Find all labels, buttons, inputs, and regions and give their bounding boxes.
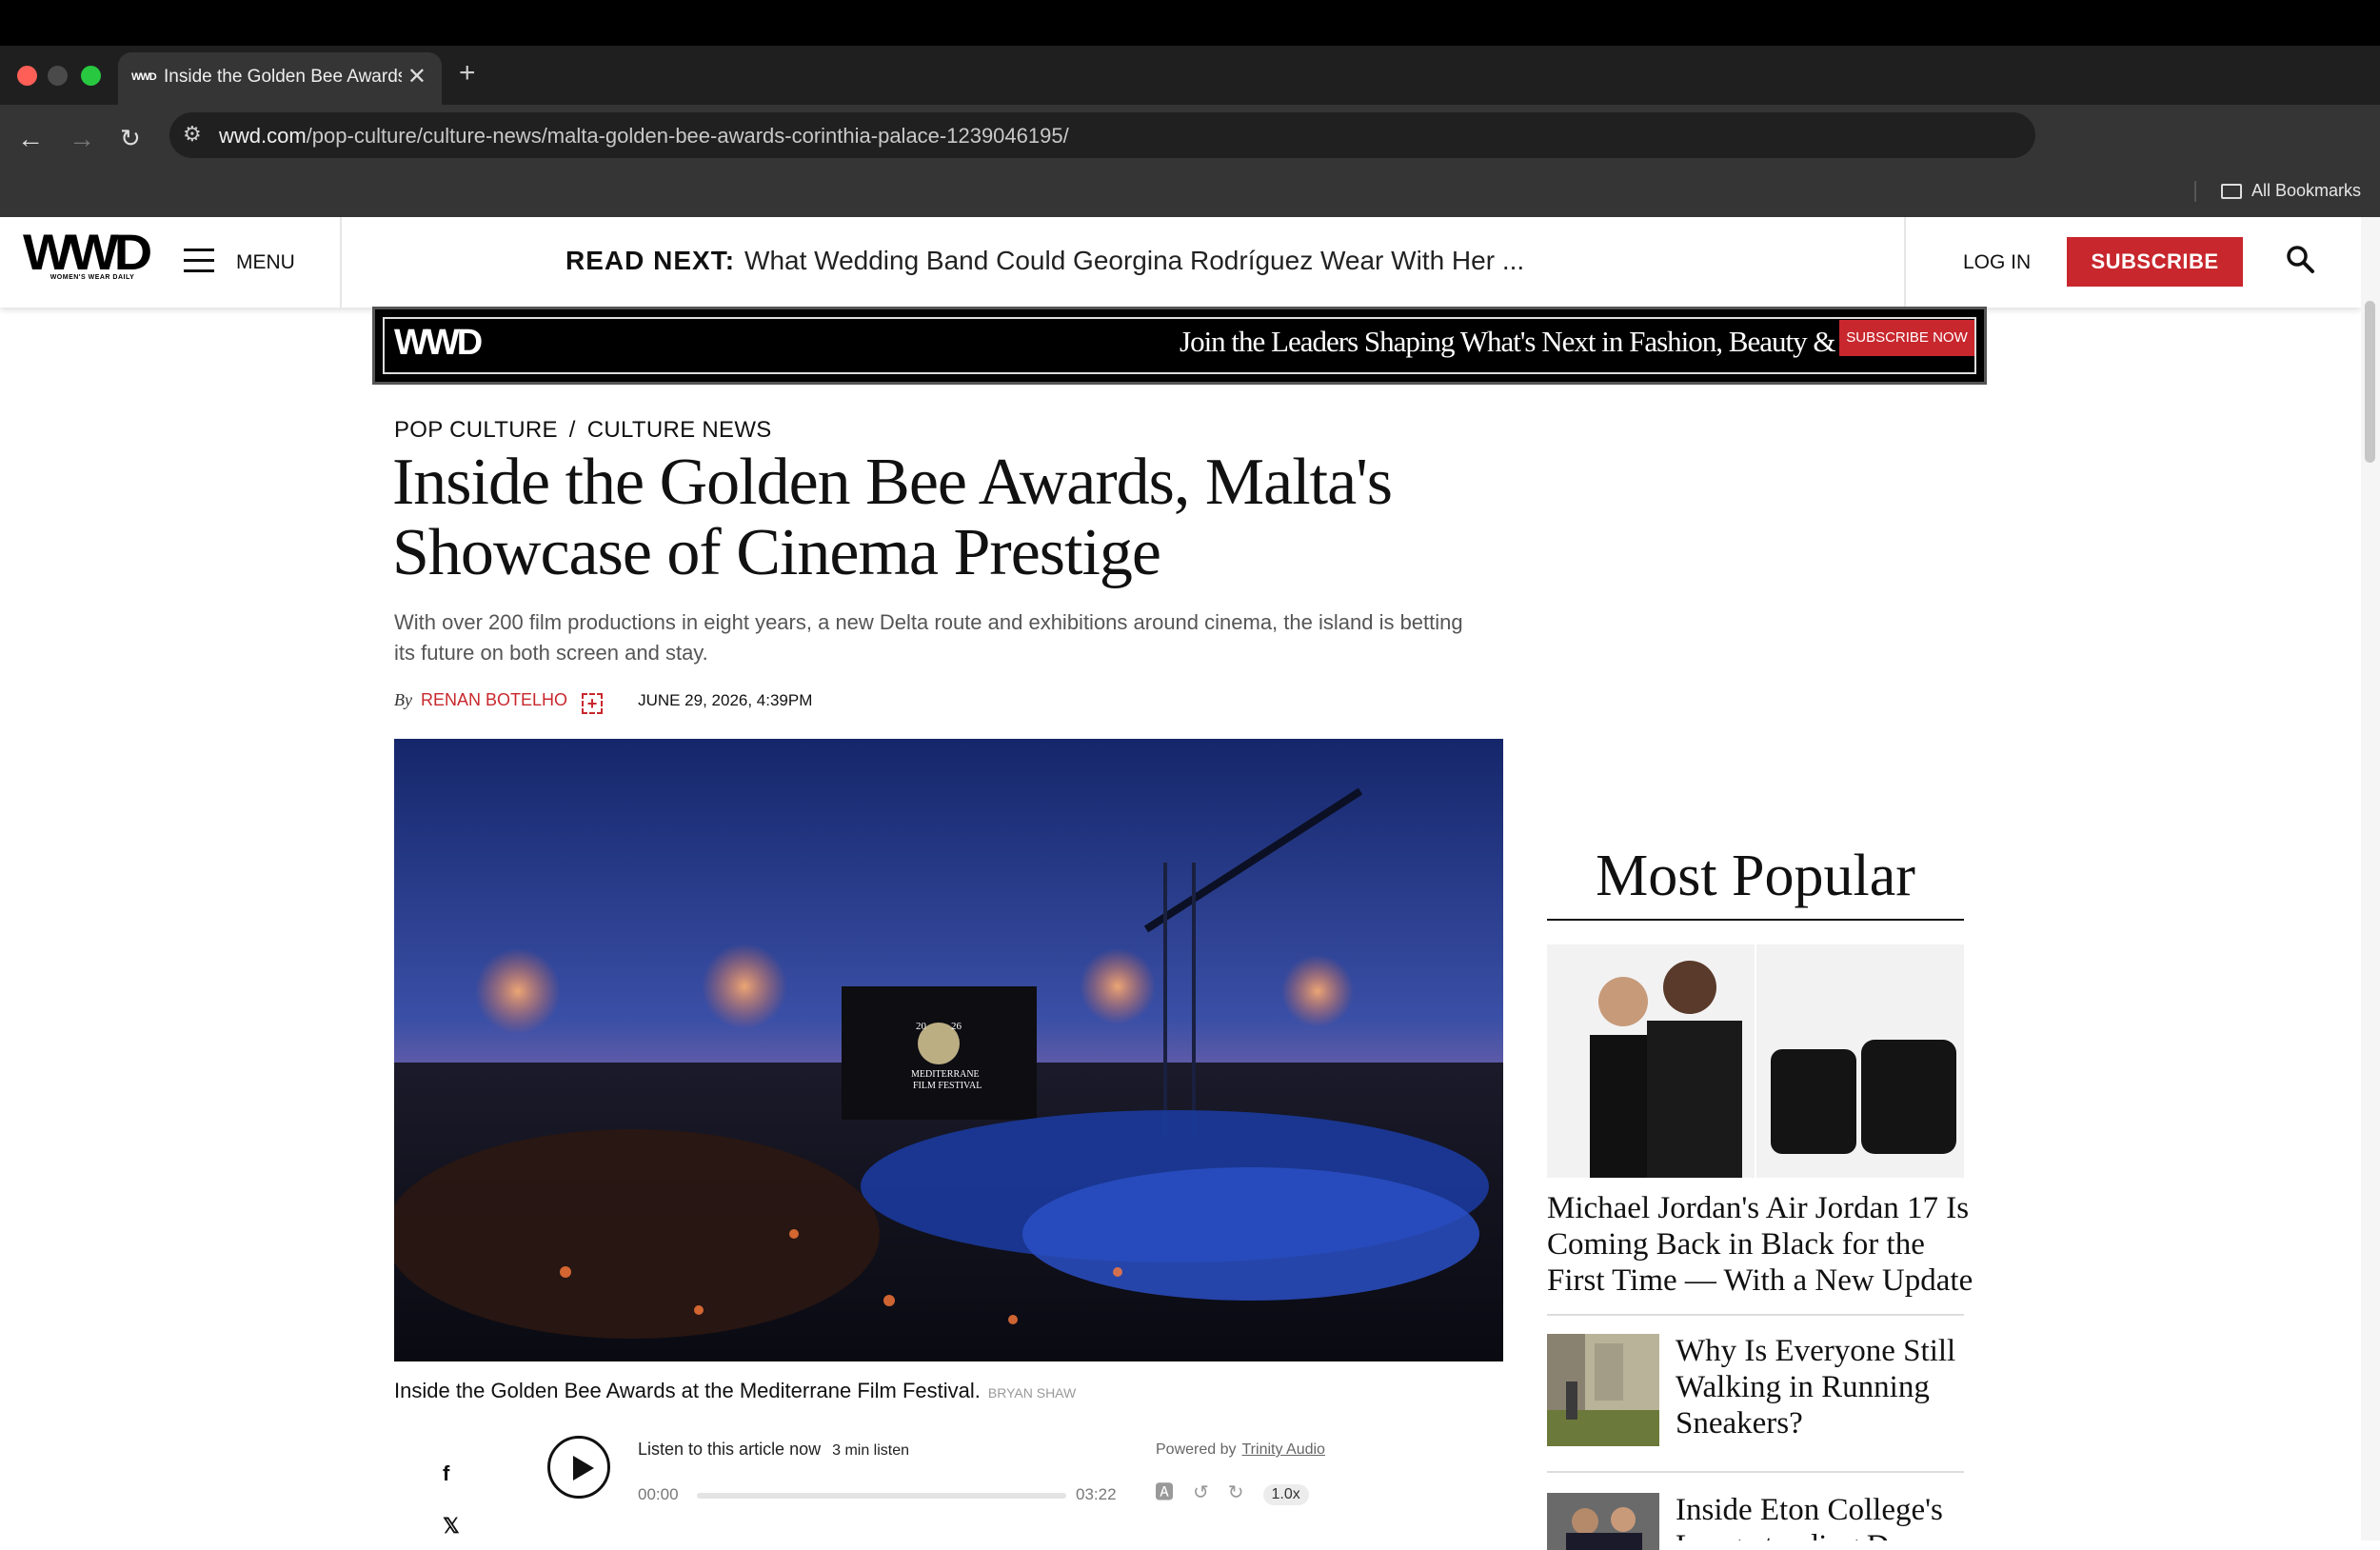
close-window-button[interactable] — [17, 66, 37, 86]
popular-item-2-image[interactable] — [1547, 1334, 1659, 1446]
site-info-icon[interactable]: ⚙ — [183, 122, 202, 147]
minimize-window-button[interactable] — [48, 66, 68, 86]
powered-by-label: Powered by — [1156, 1441, 1237, 1458]
banner-logo: WWD — [394, 323, 483, 363]
read-next-label: READ NEXT: — [565, 246, 736, 275]
search-icon[interactable] — [2285, 244, 2315, 274]
popular-item-1-title[interactable]: Michael Jordan's Air Jordan 17 Is Coming… — [1547, 1190, 1975, 1299]
most-popular-rule — [1547, 919, 1964, 921]
most-popular-heading: Most Popular — [1596, 844, 1915, 908]
hero-image: 20 26 MEDITERRANE FILM FESTIVAL — [394, 739, 1503, 1361]
reload-icon[interactable]: ↻ — [120, 124, 141, 153]
logo-wordmark: WWD — [23, 223, 152, 281]
listen-text: Listen to this article now — [638, 1440, 822, 1459]
forward-icon[interactable]: ↻ — [1228, 1482, 1244, 1503]
breadcrumb-separator: / — [568, 417, 576, 443]
popular-item-3-title[interactable]: Inside Eton College's Long-standing Dres… — [1676, 1492, 1961, 1540]
breadcrumb: POP CULTURE / CULTURE NEWS — [394, 417, 772, 444]
time-total: 03:22 — [1076, 1485, 1117, 1503]
photo-credit: BRYAN SHAW — [987, 1385, 1077, 1401]
author-link[interactable]: RENAN BOTELHO — [421, 690, 567, 709]
image-caption: Inside the Golden Bee Awards at the Medi… — [394, 1379, 1076, 1403]
popular-item-2-title[interactable]: Why Is Everyone Still Walking in Running… — [1676, 1333, 1961, 1441]
speed-button[interactable]: 1.0x — [1262, 1484, 1309, 1505]
audio-progress-bar[interactable] — [697, 1493, 1066, 1499]
play-button[interactable] — [547, 1436, 610, 1499]
read-next[interactable]: READ NEXT: What Wedding Band Could Georgi… — [565, 246, 1524, 276]
bookmarks-divider — [2193, 181, 2196, 203]
banner-text: Join the Leaders Shaping What's Next in … — [1180, 325, 1914, 358]
menu-button[interactable]: MENU — [236, 251, 295, 274]
url-domain: wwd.com — [219, 124, 307, 148]
x-share-icon[interactable]: 𝕏 — [443, 1514, 460, 1539]
scrollbar-thumb[interactable] — [2365, 301, 2375, 463]
rewind-icon[interactable]: ↺ — [1193, 1482, 1209, 1503]
url-text[interactable]: wwd.com/pop-culture/culture-news/malta-g… — [219, 124, 1069, 149]
facebook-share-icon[interactable]: f — [443, 1461, 449, 1486]
trinity-audio-link[interactable]: Trinity Audio — [1242, 1441, 1325, 1458]
hero-screen-year-a: 20 — [916, 1021, 927, 1032]
hero-screen-line-a: MEDITERRANE — [911, 1069, 980, 1080]
tab-favicon: WWD — [131, 71, 157, 83]
article-dek: With over 200 film productions in eight … — [394, 610, 1463, 665]
article-headline: Inside the Golden Bee Awards, Malta's Sh… — [392, 446, 1393, 589]
tab-title: Inside the Golden Bee Awards, Malta's — [164, 67, 402, 87]
popular-divider — [1547, 1314, 1964, 1316]
login-button[interactable]: LOG IN — [1963, 251, 2031, 274]
popular-item-3-image[interactable] — [1547, 1493, 1659, 1550]
audio-controls: 🅰 ↺ ↻ 1.0x — [1155, 1477, 1328, 1505]
close-tab-icon[interactable]: ✕ — [407, 63, 426, 90]
translate-icon[interactable]: 🅰 — [1155, 1482, 1174, 1503]
address-bar[interactable]: ⚙ wwd.com/pop-culture/culture-news/malta… — [169, 112, 2035, 158]
listen-label: Listen to this article now 3 min listen — [638, 1440, 909, 1460]
browser-tab[interactable]: WWD Inside the Golden Bee Awards, Malta'… — [118, 52, 442, 105]
popular-item-1-image[interactable] — [1547, 944, 1964, 1178]
all-bookmarks-link[interactable]: All Bookmarks — [2251, 181, 2361, 200]
site-header: WWD WOMEN'S WEAR DAILY MENU READ NEXT: Wh… — [0, 217, 2361, 308]
powered-by: Powered by Trinity Audio — [1156, 1441, 1325, 1459]
header-divider — [1904, 217, 1906, 308]
hero-screen-line-b: FILM FESTIVAL — [913, 1081, 982, 1091]
byline-prefix: By — [394, 690, 412, 709]
byline: By RENAN BOTELHO + JUNE 29, 2026, 4:39PM — [394, 690, 812, 714]
subscribe-button[interactable]: SUBSCRIBE — [2067, 237, 2243, 287]
url-path: /pop-culture/culture-news/malta-golden-b… — [306, 124, 1069, 148]
listen-duration: 3 min listen — [832, 1442, 910, 1459]
promo-banner[interactable]: WWD Join the Leaders Shaping What's Next… — [372, 307, 1987, 385]
breadcrumb-culture-news[interactable]: CULTURE NEWS — [587, 417, 772, 443]
maximize-window-button[interactable] — [81, 66, 101, 86]
read-next-link[interactable]: What Wedding Band Could Georgina Rodrígu… — [744, 246, 1524, 275]
hamburger-icon[interactable] — [184, 248, 214, 280]
header-divider — [340, 217, 342, 308]
back-icon[interactable]: ← — [17, 124, 44, 154]
hero-screen-year-b: 26 — [951, 1021, 962, 1032]
popular-divider — [1547, 1471, 1964, 1473]
bookmarks-bar: All Bookmarks — [2193, 181, 2361, 203]
breadcrumb-pop-culture[interactable]: POP CULTURE — [394, 417, 558, 443]
folder-icon — [2220, 184, 2242, 200]
banner-subscribe-button[interactable]: SUBSCRIBE NOW — [1839, 320, 1974, 356]
follow-author-icon[interactable]: + — [582, 693, 604, 714]
wwd-logo[interactable]: WWD WOMEN'S WEAR DAILY — [23, 223, 162, 281]
time-elapsed: 00:00 — [638, 1485, 679, 1503]
os-menubar — [0, 0, 2380, 46]
publish-date: JUNE 29, 2026, 4:39PM — [638, 691, 813, 709]
forward-icon[interactable]: → — [69, 124, 95, 154]
new-tab-icon[interactable]: + — [459, 57, 476, 89]
caption-text: Inside the Golden Bee Awards at the Medi… — [394, 1379, 981, 1402]
audio-player: Listen to this article now 3 min listen P… — [547, 1433, 1357, 1538]
